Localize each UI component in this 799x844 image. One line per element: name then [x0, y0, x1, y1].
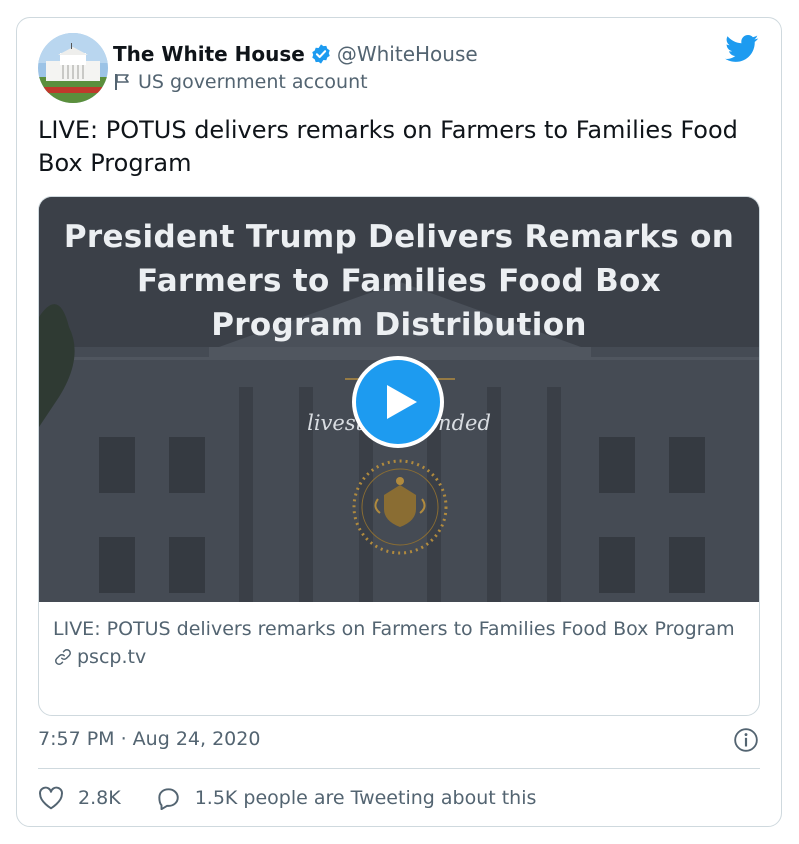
- speech-bubble-icon[interactable]: [155, 786, 181, 810]
- link-card[interactable]: President Trump Delivers Remarks on Farm…: [38, 196, 760, 716]
- conversation-action[interactable]: 1.5K people are Tweeting about this: [155, 786, 537, 810]
- author-name[interactable]: The White House: [113, 42, 305, 66]
- card-domain[interactable]: pscp.tv: [53, 646, 745, 668]
- tweet-actions: 2.8K 1.5K people are Tweeting about this: [38, 784, 536, 812]
- flag-icon: [114, 73, 130, 91]
- twitter-bird-icon[interactable]: [725, 35, 759, 67]
- tweet-card[interactable]: The White House @WhiteHouse US governmen…: [16, 17, 782, 827]
- card-domain-text[interactable]: pscp.tv: [77, 646, 146, 668]
- play-icon: [385, 383, 419, 421]
- like-count[interactable]: 2.8K: [78, 787, 121, 809]
- conversation-text[interactable]: 1.5K people are Tweeting about this: [195, 787, 537, 809]
- tweet-text: LIVE: POTUS delivers remarks on Farmers …: [38, 116, 738, 177]
- tweet-timestamp[interactable]: 7:57 PM · Aug 24, 2020: [38, 728, 260, 750]
- info-icon[interactable]: [733, 727, 759, 757]
- account-label: US government account: [114, 68, 368, 96]
- play-button[interactable]: [352, 356, 444, 448]
- card-media-title: President Trump Delivers Remarks on Farm…: [63, 219, 735, 343]
- presidential-seal-icon: [348, 455, 452, 563]
- card-title[interactable]: LIVE: POTUS delivers remarks on Farmers …: [53, 616, 745, 643]
- author-handle[interactable]: @WhiteHouse: [337, 42, 478, 66]
- card-media[interactable]: President Trump Delivers Remarks on Farm…: [39, 197, 759, 602]
- like-action[interactable]: 2.8K: [38, 786, 121, 810]
- heart-icon[interactable]: [38, 786, 64, 810]
- link-icon: [53, 647, 73, 667]
- account-label-text: US government account: [138, 71, 368, 93]
- verified-badge-icon: [310, 43, 332, 65]
- divider: [38, 768, 760, 769]
- avatar[interactable]: [38, 33, 108, 103]
